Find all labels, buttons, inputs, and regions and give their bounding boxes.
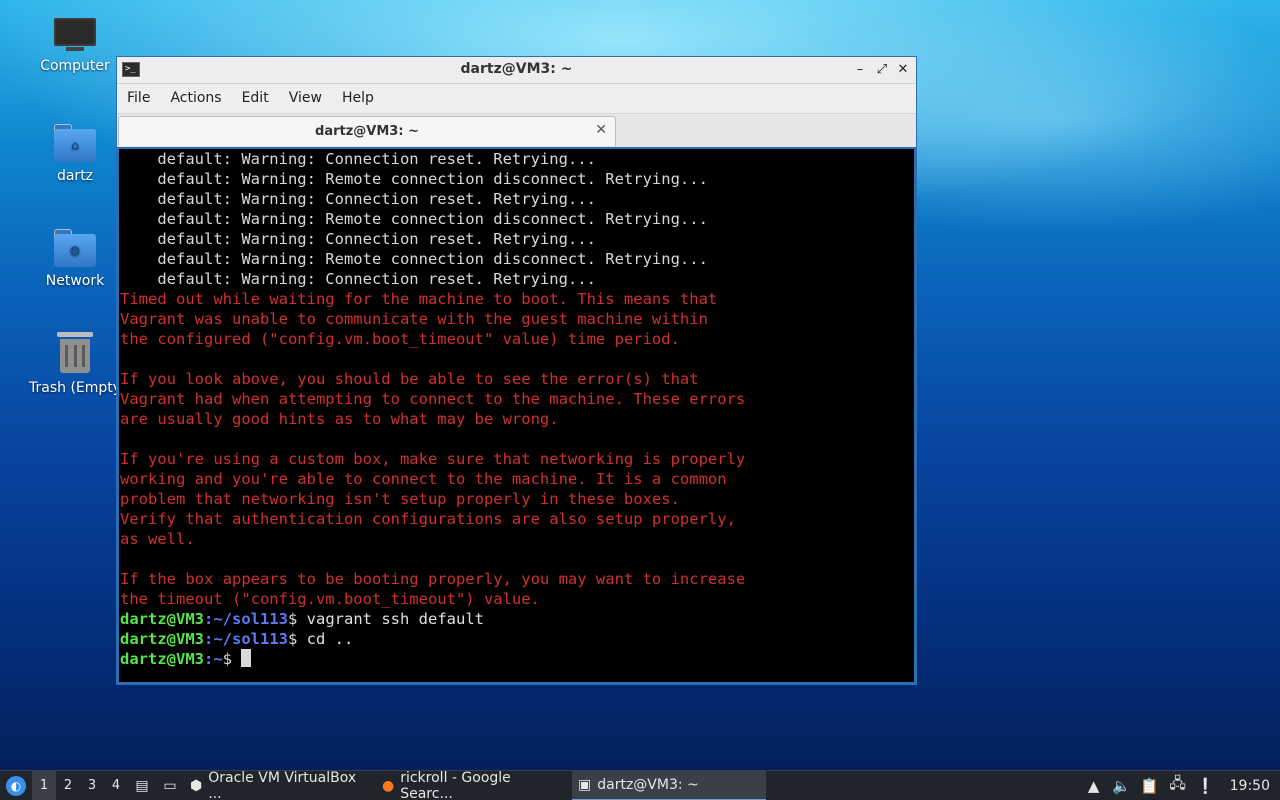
error-line	[120, 429, 914, 449]
tab-bar: dartz@VM3: ~ ✕	[117, 113, 916, 147]
volume-icon[interactable]: 🔈	[1108, 771, 1136, 800]
error-line: Vagrant had when attempting to connect t…	[120, 390, 746, 408]
error-line: are usually good hints as to what may be…	[120, 410, 559, 428]
minimize-button[interactable]: –	[850, 60, 870, 80]
menu-view[interactable]: View	[279, 85, 332, 113]
show-desktop-icon[interactable]: ▭	[156, 771, 184, 800]
terminal-line: default: Warning: Remote connection disc…	[120, 250, 708, 268]
network-folder-icon: ◍	[54, 229, 96, 267]
update-notifier-icon[interactable]: ❕	[1192, 771, 1220, 800]
prompt-path: :~/sol113	[204, 610, 288, 628]
desktop-icon-label: dartz	[56, 168, 94, 184]
lxqt-logo-icon: ◐	[6, 775, 26, 796]
error-line	[120, 349, 914, 369]
workspace-4[interactable]: 4	[104, 771, 128, 800]
error-line: Verify that authentication configuration…	[120, 510, 736, 528]
prompt-path: :~	[204, 650, 223, 668]
terminal-line: default: Warning: Connection reset. Retr…	[120, 190, 596, 208]
desktop-icon-label: Computer	[40, 58, 110, 74]
error-line	[120, 549, 914, 569]
workspace-1[interactable]: 1	[32, 770, 56, 800]
error-line: the timeout ("config.vm.boot_timeout") v…	[120, 590, 540, 608]
error-line: the configured ("config.vm.boot_timeout"…	[120, 330, 680, 348]
menu-bar: File Actions Edit View Help	[117, 85, 916, 113]
network-icon[interactable]: 🖧	[1164, 771, 1192, 800]
prompt-command: vagrant ssh default	[297, 610, 484, 628]
terminal-icon: ▣	[578, 776, 592, 793]
desktop-icon-computer[interactable]: Computer	[25, 18, 125, 74]
window-titlebar[interactable]: >_ dartz@VM3: ~ – ⤢ ✕	[117, 57, 916, 84]
error-line: as well.	[120, 530, 195, 548]
task-terminal[interactable]: ▣ dartz@VM3: ~	[572, 770, 766, 800]
tab-terminal[interactable]: dartz@VM3: ~ ✕	[118, 116, 616, 146]
menu-help[interactable]: Help	[332, 85, 384, 113]
error-line: If you look above, you should be able to…	[120, 370, 699, 388]
prompt-path: :~/sol113	[204, 630, 288, 648]
menu-file[interactable]: File	[117, 85, 160, 113]
text-cursor	[241, 649, 252, 667]
error-line: Timed out while waiting for the machine …	[120, 290, 718, 308]
error-line: If the box appears to be booting properl…	[120, 570, 746, 588]
workspace-3[interactable]: 3	[80, 771, 104, 800]
computer-icon	[54, 18, 96, 52]
prompt-user: dartz@VM3	[120, 650, 204, 668]
task-label: Oracle VM VirtualBox ...	[208, 769, 357, 800]
window-title: dartz@VM3: ~	[460, 61, 573, 77]
trash-icon	[57, 332, 93, 374]
menu-edit[interactable]: Edit	[232, 85, 279, 113]
desktop-icon-label: Network	[45, 273, 105, 289]
prompt-command	[232, 650, 241, 668]
desktop-icon-network[interactable]: ◍ Network	[25, 229, 125, 289]
close-tab-icon[interactable]: ✕	[595, 122, 607, 138]
task-label: rickroll - Google Searc...	[400, 769, 511, 800]
error-line: working and you're able to connect to th…	[120, 470, 727, 488]
prompt-user: dartz@VM3	[120, 610, 204, 628]
tray-arrow-icon[interactable]: ▲	[1080, 771, 1108, 800]
file-manager-icon[interactable]: ▤	[128, 771, 156, 800]
prompt-command: cd ..	[297, 630, 354, 648]
virtualbox-icon: ⬢	[190, 777, 203, 794]
prompt-line: dartz@VM3:~/sol113$ vagrant ssh default	[120, 609, 914, 629]
prompt-line-current[interactable]: dartz@VM3:~$	[120, 649, 914, 669]
error-line: If you're using a custom box, make sure …	[120, 450, 746, 468]
task-firefox[interactable]: ● rickroll - Google Searc...	[376, 769, 572, 800]
task-virtualbox[interactable]: ⬢ Oracle VM VirtualBox ...	[184, 769, 376, 800]
maximize-button[interactable]: ⤢	[872, 60, 892, 80]
taskbar: ◐ 1 2 3 4 ▤ ▭ ⬢ Oracle VM VirtualBox ...…	[0, 770, 1280, 800]
task-label: dartz@VM3: ~	[597, 776, 699, 793]
tab-label: dartz@VM3: ~	[315, 124, 419, 139]
terminal-line: default: Warning: Connection reset. Retr…	[120, 230, 596, 248]
prompt-user: dartz@VM3	[120, 630, 204, 648]
terminal-line: default: Warning: Remote connection disc…	[120, 210, 708, 228]
terminal-line: default: Warning: Connection reset. Retr…	[120, 150, 596, 168]
home-folder-icon: ⌂	[54, 124, 96, 162]
start-menu-button[interactable]: ◐	[0, 771, 32, 800]
close-button[interactable]: ✕	[893, 60, 913, 80]
terminal-output[interactable]: default: Warning: Connection reset. Retr…	[117, 147, 916, 684]
error-line: problem that networking isn't setup prop…	[120, 490, 680, 508]
firefox-icon: ●	[382, 777, 395, 794]
prompt-line: dartz@VM3:~/sol113$ cd ..	[120, 629, 914, 649]
desktop-icon-home[interactable]: ⌂ dartz	[25, 124, 125, 184]
clipboard-icon[interactable]: 📋	[1136, 771, 1164, 800]
error-line: Vagrant was unable to communicate with t…	[120, 310, 708, 328]
terminal-window: >_ dartz@VM3: ~ – ⤢ ✕ File Actions Edit …	[116, 56, 917, 685]
terminal-line: default: Warning: Connection reset. Retr…	[120, 270, 596, 288]
terminal-line: default: Warning: Remote connection disc…	[120, 170, 708, 188]
prompt-symbol: $	[288, 630, 298, 648]
prompt-symbol: $	[222, 650, 233, 668]
menu-actions[interactable]: Actions	[160, 85, 231, 113]
prompt-symbol: $	[288, 610, 298, 628]
clock[interactable]: 19:50	[1220, 771, 1280, 800]
workspace-2[interactable]: 2	[56, 771, 80, 800]
